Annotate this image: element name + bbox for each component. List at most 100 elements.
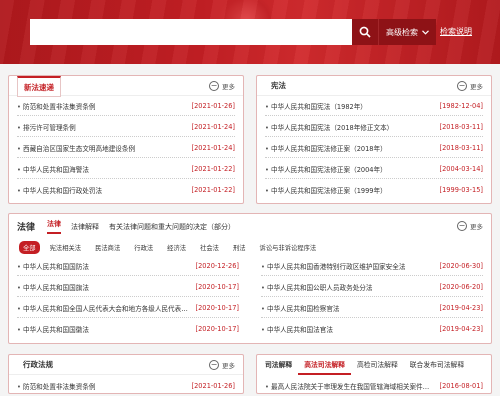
- item-date: [2019-04-23]: [439, 325, 483, 333]
- panel-title[interactable]: 宪法: [265, 76, 292, 96]
- judicial-tabs: 司法解释 高法司法解释 高检司法解释 联合发布司法解释: [257, 355, 491, 375]
- item-title: 西藏自治区国家生态文明高地建设条例: [17, 143, 188, 153]
- list-item[interactable]: 中华人民共和国海警法[2021-01-22]: [17, 159, 235, 179]
- constitution-panel: 宪法 −更多 中华人民共和国宪法（1982年）[1982-12-04] 中华人民…: [256, 75, 492, 204]
- item-date: [2021-01-26]: [191, 101, 235, 110]
- list-item[interactable]: 中华人民共和国国徽法[2020-10-17]: [17, 319, 239, 339]
- admin-regulations-panel: 行政法规 −更多 防范和处置非法集资条例[2021-01-26]: [8, 354, 244, 394]
- item-date: [2020-12-26]: [195, 261, 239, 270]
- item-title: 最高人民法院关于审理发生在我国管辖海域相关案件若…: [265, 381, 436, 391]
- item-title: 中华人民共和国宪法修正案（2004年）: [265, 164, 436, 174]
- item-date: [2018-03-11]: [439, 143, 483, 152]
- panel-header: 宪法 − 更多: [257, 76, 491, 96]
- more-label: 更多: [470, 223, 483, 231]
- list-item[interactable]: 防范和处置非法集资条例[2021-01-26]: [17, 96, 235, 116]
- item-title: 中华人民共和国公职人员政务处分法: [261, 282, 436, 292]
- item-title: 中华人民共和国宪法（2018年修正文本）: [265, 122, 436, 132]
- chevron-down-icon: [422, 29, 429, 35]
- subtab-all[interactable]: 全部: [19, 241, 40, 254]
- item-title: 中华人民共和国检察官法: [261, 303, 436, 313]
- item-title: 中华人民共和国法官法: [261, 324, 436, 334]
- plus-icon: −: [457, 221, 467, 231]
- item-title: 中华人民共和国宪法修正案（1999年）: [265, 185, 436, 195]
- list-item[interactable]: 中华人民共和国公职人员政务处分法[2020-06-20]: [261, 277, 483, 297]
- list-item[interactable]: 中华人民共和国宪法修正案（2004年）[2004-03-14]: [265, 159, 483, 179]
- item-date: [2020-10-17]: [195, 282, 239, 291]
- tab-decisions[interactable]: 有关法律问题和重大问题的决定（部分）: [109, 222, 235, 232]
- tab-law[interactable]: 法律: [47, 219, 62, 234]
- plus-icon: −: [209, 360, 219, 370]
- list-item[interactable]: 中华人民共和国检察官法[2019-04-23]: [261, 298, 483, 318]
- panel-title[interactable]: 新法速递: [17, 76, 61, 97]
- list-item[interactable]: 中华人民共和国香港特别行政区维护国家安全法[2020-06-30]: [261, 256, 483, 276]
- new-laws-panel: 新法速递 −更多 防范和处置非法集资条例[2021-01-26] 排污许可管理条…: [8, 75, 244, 204]
- panel-header: 行政法规 − 更多: [9, 355, 243, 375]
- item-title: 中华人民共和国行政处罚法: [17, 185, 188, 195]
- search-button[interactable]: [352, 19, 378, 45]
- tab-law-interpretation[interactable]: 法律解释: [71, 222, 99, 232]
- panel-header: 新法速递 − 更多: [9, 76, 243, 97]
- more-label: 更多: [222, 362, 235, 370]
- tab-supreme-procuratorate[interactable]: 高检司法解释: [351, 355, 404, 375]
- list-item[interactable]: 中华人民共和国国旗法[2020-10-17]: [17, 277, 239, 297]
- list-item[interactable]: 中华人民共和国行政处罚法[2021-01-22]: [17, 180, 235, 200]
- item-date: [2021-01-22]: [191, 164, 235, 173]
- search-input[interactable]: [30, 19, 352, 45]
- item-date: [1982-12-04]: [439, 101, 483, 110]
- item-date: [2021-01-24]: [191, 143, 235, 152]
- law-heading: 法律: [17, 223, 36, 233]
- list-item[interactable]: 防范和处置非法集资条例[2021-01-26]: [17, 376, 235, 396]
- item-title: 中华人民共和国宪法修正案（2018年）: [265, 143, 436, 153]
- item-date: [1999-03-15]: [439, 186, 483, 194]
- list-item[interactable]: 西藏自治区国家生态文明高地建设条例[2021-01-24]: [17, 138, 235, 158]
- list-item[interactable]: 中华人民共和国宪法修正案（1999年）[1999-03-15]: [265, 180, 483, 200]
- subtab-civil-commercial[interactable]: 民法商法: [91, 241, 124, 254]
- item-date: [2004-03-14]: [439, 164, 483, 173]
- more-link[interactable]: − 更多: [209, 360, 235, 370]
- item-title: 中华人民共和国国防法: [17, 261, 192, 271]
- item-date: [2020-06-30]: [439, 261, 483, 270]
- subtab-criminal[interactable]: 刑法: [229, 241, 250, 254]
- list-item[interactable]: 中华人民共和国宪法修正案（2018年）[2018-03-11]: [265, 138, 483, 158]
- list-item[interactable]: 排污许可管理条例[2021-01-24]: [17, 117, 235, 137]
- subtab-social[interactable]: 社会法: [196, 241, 223, 254]
- advanced-search-label: 高级检索: [386, 27, 418, 37]
- more-link[interactable]: − 更多: [457, 221, 483, 231]
- more-link[interactable]: − 更多: [209, 81, 235, 91]
- law-category-tabs: 全部 宪法相关法 民法商法 行政法 经济法 社会法 刑法 诉讼与非诉讼程序法: [19, 241, 320, 254]
- item-date: [2021-01-24]: [191, 122, 235, 131]
- subtab-procedure[interactable]: 诉讼与非诉讼程序法: [256, 241, 321, 254]
- subtab-administrative[interactable]: 行政法: [130, 241, 157, 254]
- list-item[interactable]: 中华人民共和国国防法[2020-12-26]: [17, 256, 239, 276]
- list-item[interactable]: 中华人民共和国法官法[2019-04-23]: [261, 319, 483, 339]
- item-title: 中华人民共和国宪法（1982年）: [265, 101, 436, 111]
- item-date: [2019-04-23]: [439, 303, 483, 312]
- subtab-constitution-related[interactable]: 宪法相关法: [46, 241, 85, 254]
- more-link[interactable]: − 更多: [457, 81, 483, 91]
- panel-title[interactable]: 行政法规: [17, 355, 59, 375]
- item-date: [2020-10-17]: [195, 325, 239, 333]
- item-title: 中华人民共和国国徽法: [17, 324, 192, 334]
- tab-judicial-interpretation[interactable]: 司法解释: [257, 355, 298, 375]
- item-title: 中华人民共和国海警法: [17, 164, 188, 174]
- item-title: 防范和处置非法集资条例: [17, 381, 188, 391]
- judicial-panel: 司法解释 高法司法解释 高检司法解释 联合发布司法解释 最高人民法院关于审理发生…: [256, 354, 492, 394]
- item-date: [2018-03-11]: [439, 122, 483, 131]
- tab-joint-release[interactable]: 联合发布司法解释: [404, 355, 470, 375]
- tab-supreme-court[interactable]: 高法司法解释: [298, 355, 351, 375]
- list-item[interactable]: 中华人民共和国全国人民代表大会和地方各级人民代表…[2020-10-17]: [17, 298, 239, 318]
- list-item[interactable]: 最高人民法院关于审理发生在我国管辖海域相关案件若…[2016-08-01]: [265, 376, 483, 396]
- list-item[interactable]: 中华人民共和国宪法（2018年修正文本）[2018-03-11]: [265, 117, 483, 137]
- search-icon: [359, 26, 371, 38]
- plus-icon: −: [209, 81, 219, 91]
- subtab-economic[interactable]: 经济法: [163, 241, 190, 254]
- more-label: 更多: [222, 83, 235, 91]
- search-help-link[interactable]: 检索说明: [440, 26, 472, 37]
- item-date: [2020-06-20]: [439, 282, 483, 291]
- item-title: 中华人民共和国全国人民代表大会和地方各级人民代表…: [17, 303, 192, 313]
- item-title: 中华人民共和国国旗法: [17, 282, 192, 292]
- plus-icon: −: [457, 81, 467, 91]
- more-label: 更多: [470, 83, 483, 91]
- advanced-search-button[interactable]: 高级检索: [378, 19, 436, 45]
- list-item[interactable]: 中华人民共和国宪法（1982年）[1982-12-04]: [265, 96, 483, 116]
